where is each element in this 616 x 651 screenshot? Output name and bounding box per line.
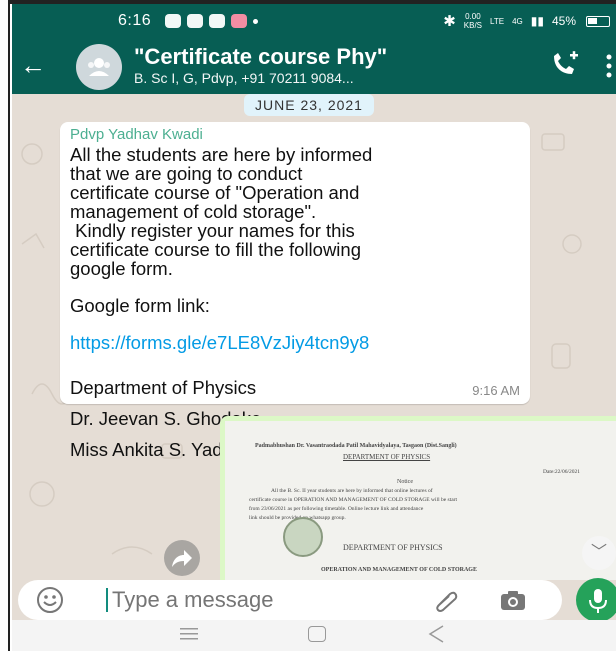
- notification-icons: [165, 14, 259, 28]
- message-input-container[interactable]: [18, 580, 562, 620]
- message-line: certificate course to fill the following: [70, 239, 361, 260]
- status-right-group: ✱ 0.00 KB/S LTE 4G ▮▮ 45%: [443, 4, 610, 38]
- network-speed: 0.00 KB/S: [464, 12, 482, 30]
- signal-icon: ▮▮: [530, 14, 544, 28]
- message-sender[interactable]: Pdvp Yadhav Kwadi: [70, 126, 520, 143]
- message-line: management of cold storage".: [70, 201, 317, 222]
- message-line: Kindly register your names for this: [70, 220, 355, 241]
- message-line: All the students are here by informed: [70, 144, 373, 165]
- group-avatar[interactable]: [76, 44, 122, 90]
- doc-body-line: from 23/06/2021 as per following timetab…: [249, 506, 424, 512]
- status-time: 6:16: [118, 12, 152, 29]
- system-nav-bar: [12, 620, 616, 651]
- back-triangle-icon[interactable]: [428, 625, 444, 643]
- doc-notice: Notice: [397, 479, 413, 485]
- back-arrow-icon[interactable]: ←: [20, 52, 46, 78]
- forward-icon: [172, 550, 192, 567]
- scroll-down-button[interactable]: ﹀: [582, 536, 616, 570]
- lte-indicator: LTE: [490, 16, 505, 26]
- attach-icon[interactable]: [432, 588, 460, 614]
- text-cursor: [106, 588, 108, 612]
- forward-button[interactable]: [164, 540, 200, 576]
- message-line: google form.: [70, 258, 173, 279]
- doc-footer: OPERATION AND MANAGEMENT OF COLD STORAGE: [321, 567, 477, 573]
- google-form-label: Google form link:: [70, 295, 210, 316]
- doc-college-name: Padmabhushan Dr. Vasantraodada Patil Mah…: [255, 443, 457, 449]
- date-chip: JUNE 23, 2021: [244, 94, 374, 116]
- message-line: certificate course of "Operation and: [70, 182, 360, 203]
- phone-screen: 6:16 ✱ 0.00 KB/S LTE 4G ▮▮ 45% ← "Certif…: [12, 4, 616, 651]
- frame-left-edge: [0, 0, 10, 651]
- chat-area[interactable]: JUNE 23, 2021 Pdvp Yadhav Kwadi All the …: [12, 94, 616, 580]
- doc-heading-2: DEPARTMENT OF PHYSICS: [343, 543, 443, 552]
- chat-subtitle[interactable]: B. Sc I, G, Pdvp, +91 70211 9084...: [134, 70, 354, 86]
- signal-label: 4G: [512, 16, 523, 26]
- battery-percent: 45%: [551, 14, 576, 28]
- doc-body-line: All the B. Sc. II year students are here…: [271, 488, 433, 494]
- google-form-link[interactable]: https://forms.gle/e7LE8VzJiy4tcn9y8: [70, 333, 520, 352]
- more-notifications-dot-icon: [253, 18, 259, 24]
- app-notification-icon: [231, 14, 248, 28]
- voice-message-button[interactable]: [576, 578, 616, 622]
- doc-heading: DEPARTMENT OF PHYSICS: [343, 453, 431, 461]
- chat-header: ← "Certificate course Phy" B. Sc I, G, P…: [12, 38, 616, 94]
- input-bar: [12, 578, 616, 622]
- microphone-icon: [589, 589, 607, 613]
- group-icon: [88, 58, 110, 76]
- mail-notification-icon: [209, 14, 226, 28]
- emoji-icon[interactable]: [36, 586, 64, 614]
- message-notification-icon: [187, 14, 204, 28]
- chevron-down-icon: ﹀: [590, 544, 607, 561]
- more-options-icon[interactable]: [604, 52, 614, 80]
- department-name: Department of Physics: [70, 377, 257, 398]
- bluetooth-icon: ✱: [443, 13, 456, 30]
- home-button-icon[interactable]: [308, 626, 326, 642]
- college-seal: [283, 517, 323, 557]
- chat-title[interactable]: "Certificate course Phy": [134, 44, 387, 70]
- doc-body-line: certificate course in OPERATION AND MANA…: [249, 497, 458, 503]
- image-message-bubble[interactable]: Padmabhushan Dr. Vasantraodada Patil Mah…: [220, 416, 616, 580]
- message-bubble[interactable]: Pdvp Yadhav Kwadi All the students are h…: [60, 122, 530, 459]
- status-bar: 6:16 ✱ 0.00 KB/S LTE 4G ▮▮ 45%: [12, 4, 616, 38]
- message-time: 9:16 AM: [472, 383, 520, 398]
- message-input[interactable]: [112, 587, 392, 613]
- camera-icon[interactable]: [498, 588, 528, 614]
- message-line: that we are going to conduct: [70, 163, 303, 184]
- chat-notification-icon: [165, 14, 182, 28]
- network-speed-value: 0.00: [465, 12, 481, 21]
- recent-apps-icon[interactable]: [180, 628, 198, 640]
- network-speed-unit: KB/S: [463, 21, 482, 30]
- battery-icon: [586, 15, 610, 27]
- notice-document-image[interactable]: Padmabhushan Dr. Vasantraodada Patil Mah…: [225, 421, 616, 580]
- screenshot-frame: 6:16 ✱ 0.00 KB/S LTE 4G ▮▮ 45% ← "Certif…: [0, 0, 616, 651]
- add-call-icon[interactable]: [548, 50, 580, 80]
- doc-date: Date:22/06/2021: [543, 469, 580, 475]
